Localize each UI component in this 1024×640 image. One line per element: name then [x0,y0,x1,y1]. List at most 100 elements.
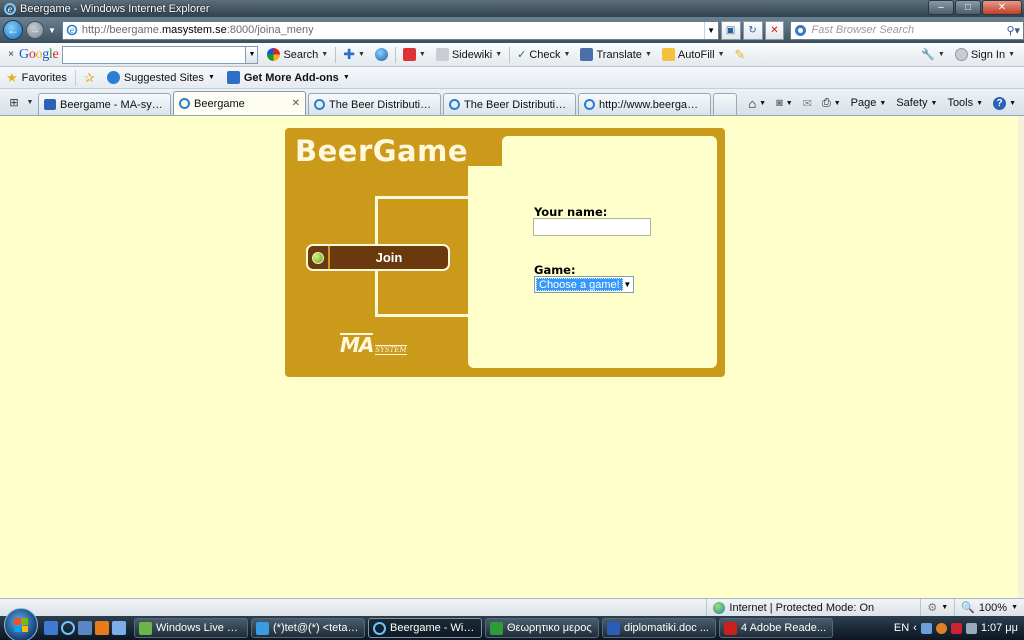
adobe-reader-icon [724,621,737,635]
compatibility-view-button[interactable]: ▣ [720,20,741,40]
toolbar-settings-button[interactable]: 🔧 ▼ [916,45,950,65]
tab-label: http://www.beergame.li... [599,98,705,111]
read-mail-button[interactable]: ✉ [799,97,816,110]
sign-in-button[interactable]: Sign In ▼ [950,45,1020,65]
tab-list-button[interactable]: ▼ [24,92,36,112]
toolbar-close-icon[interactable]: × [3,49,19,60]
tab-beergame-li[interactable]: http://www.beergame.li... [578,93,711,115]
desktop-icon[interactable] [112,621,126,635]
page-menu-label: Page [850,97,877,109]
url-suffix: :8000/joina_meny [226,24,314,36]
forward-button[interactable]: → [25,21,44,39]
safety-menu[interactable]: Safety ▼ [892,97,941,109]
zoom-control[interactable]: 🔍 100% ▼ [954,598,1024,617]
back-button[interactable]: ← [3,20,23,40]
chevron-down-icon: ▼ [1011,604,1018,611]
print-button[interactable]: ⎙ ▼ [818,97,845,110]
tab-beergame-ma-system[interactable]: Beergame - MA-system [38,93,171,115]
share-button[interactable]: ✚ ▼ [338,45,370,65]
media-player-icon[interactable] [95,621,109,635]
task-beergame-ie[interactable]: Beergame - Win... [368,618,482,638]
task-adobe-reader[interactable]: 4 Adobe Reade... [719,618,833,638]
your-name-input[interactable] [533,218,651,236]
game-select[interactable]: Choose a game! ▼ [534,276,634,293]
close-button[interactable]: ✕ [982,0,1022,15]
task-windows-live[interactable]: Windows Live M... [134,618,248,638]
safety-menu-label: Safety [896,97,928,109]
google-search-button[interactable]: Search ▼ [262,45,333,65]
ma-system-logo: MA SYSTEM [340,333,407,355]
compatibility-icon: ▣ [725,24,736,36]
security-center-icon[interactable] [935,622,947,634]
search-go-icon[interactable]: ⚲▾ [1006,24,1020,37]
task-label: Beergame - Win... [390,622,477,634]
ie-page-icon: e [66,24,78,36]
page-menu[interactable]: Page ▼ [847,97,891,109]
tools-menu[interactable]: Tools ▼ [943,97,987,109]
browser-search-box[interactable]: Fast Browser Search ⚲▾ [790,20,1024,40]
green-dot-icon [312,251,324,264]
ie-page-icon [314,99,325,110]
beergame-logo: BeerGame [295,134,469,168]
protected-mode-toggle[interactable]: ⚙ ▼ [920,598,954,617]
stop-button[interactable]: ✕ [764,20,785,40]
favorites-button[interactable]: ★ Favorites [0,70,73,86]
language-indicator[interactable]: EN [894,622,909,634]
status-bar: Internet | Protected Mode: On ⚙ ▼ 🔍 100% ▼ [0,598,1024,617]
minimize-button[interactable]: – [928,0,954,15]
help-menu[interactable]: ? ▼ [989,96,1020,110]
recent-pages-dropdown[interactable]: ▼ [48,26,56,35]
tab-bar: ⊞ ▼ Beergame - MA-system Beergame ✕ The B… [0,89,1024,116]
add-favorite-button[interactable]: ✰ [78,70,101,86]
google-search-dropdown[interactable]: ▼ [246,45,259,64]
feeds-button[interactable]: ◙ ▼ [772,97,797,109]
home-button[interactable]: ⌂ ▼ [744,96,770,111]
network-icon[interactable] [920,622,932,634]
show-desktop-icon[interactable] [44,621,58,635]
content-edge [1018,116,1024,598]
tab-beergame[interactable]: Beergame ✕ [173,91,306,115]
popup-blocker-button[interactable]: ▼ [398,45,431,65]
switch-windows-icon[interactable] [78,621,92,635]
task-theoretical-part[interactable]: Θεωρητικο μερος [485,618,599,638]
taskbar: Windows Live M... (*)tet@(*) <tetak... B… [0,608,1024,640]
suggested-sites-link[interactable]: Suggested Sites ▼ [101,71,221,84]
task-diplomatiki-doc[interactable]: diplomatiki.doc ... [602,618,716,638]
start-button[interactable] [4,608,38,640]
quick-tabs-button[interactable]: ⊞ [4,92,24,112]
spell-check-button[interactable]: ✓ Check ▼ [512,45,575,65]
url-field[interactable]: e http://beergame.masystem.se:8000/joina… [61,20,719,40]
antivirus-icon[interactable] [950,622,962,634]
home-icon: ⌂ [748,95,757,111]
toolbar-globe-button[interactable] [370,45,393,65]
maximize-button[interactable]: □ [955,0,981,15]
chevron-down-icon: ▼ [1008,51,1015,58]
sidewiki-button[interactable]: Sidewiki ▼ [431,45,507,65]
close-tab-icon[interactable]: ✕ [292,98,300,109]
suggested-sites-label: Suggested Sites [123,71,204,84]
refresh-button[interactable]: ↻ [742,20,763,40]
tab-label: The Beer Distribution G... [464,98,570,111]
join-button[interactable]: Join [306,244,450,271]
security-zone[interactable]: Internet | Protected Mode: On [706,598,920,617]
chevron-down-icon: ▼ [563,51,571,58]
clock[interactable]: 1:07 μμ [981,622,1018,634]
url-dropdown[interactable]: ▼ [703,21,718,39]
search-placeholder: Fast Browser Search [811,24,915,36]
logo-letter: g [42,46,49,62]
highlight-button[interactable]: ✎ [730,45,751,65]
url-prefix: http://beergame. [81,24,162,36]
tab-beer-distribution-1[interactable]: The Beer Distribution G... [308,93,441,115]
translate-button[interactable]: Translate ▼ [575,45,656,65]
task-messenger[interactable]: (*)tet@(*) <tetak... [251,618,365,638]
tab-beer-distribution-2[interactable]: The Beer Distribution G... [443,93,576,115]
ie-icon [106,71,120,84]
chevron-down-icon: ▼ [1009,99,1016,107]
new-tab-button[interactable] [713,93,737,115]
google-search-input[interactable] [62,45,247,64]
autofill-button[interactable]: AutoFill ▼ [657,45,730,65]
volume-icon[interactable] [965,622,977,634]
get-addons-link[interactable]: Get More Add-ons ▼ [221,71,356,84]
tray-expand-icon[interactable]: ‹ [913,622,917,634]
ie-launch-icon[interactable] [61,621,75,635]
